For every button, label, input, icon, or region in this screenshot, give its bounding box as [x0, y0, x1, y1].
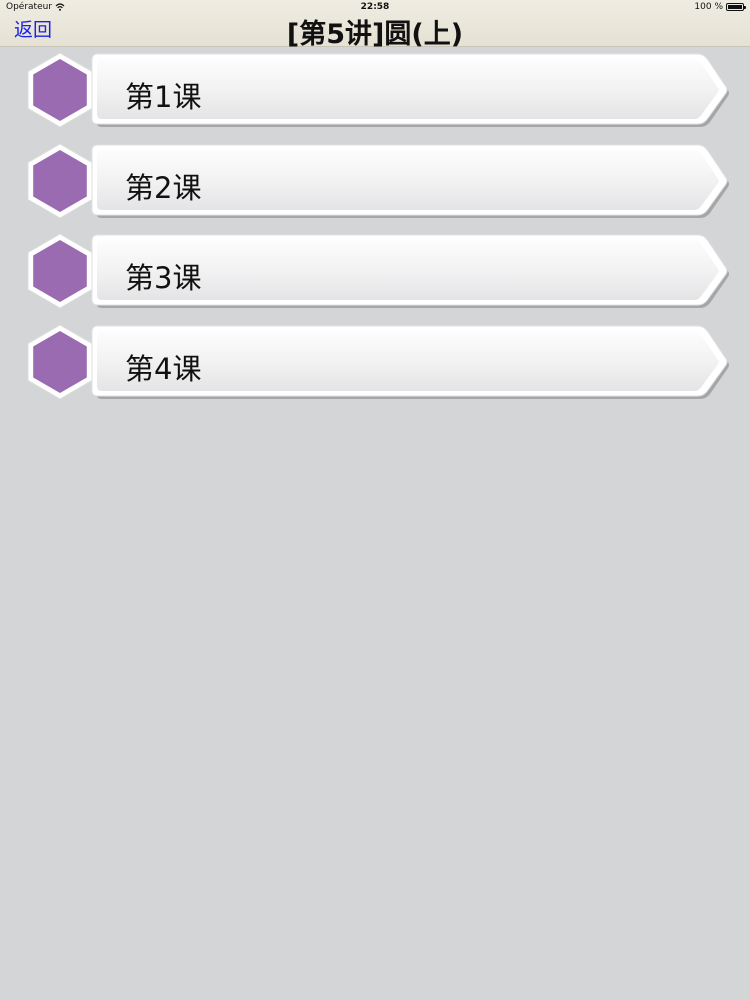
battery-percent: 100 % [694, 2, 723, 12]
page-title: [第5讲]圆(上) [286, 19, 464, 50]
lesson-label: 第2课 [125, 170, 202, 205]
battery-area: 100 % [694, 2, 746, 12]
lesson-label: 第4课 [125, 351, 202, 386]
navigation-bar: Opérateur 22:58 100 % 返回 [第5讲]圆(上) [0, 0, 750, 50]
battery-level [728, 5, 742, 9]
lesson-item-4[interactable]: 第4课 [0, 324, 750, 400]
lesson-item-2[interactable]: 第2课 [0, 143, 750, 219]
lesson-label: 第3课 [125, 261, 202, 295]
status-time: 22:58 [360, 2, 390, 12]
purple-hexagon-icon [27, 324, 93, 399]
lesson-item-3[interactable]: 第3课 [0, 233, 750, 309]
purple-hexagon-icon [27, 143, 93, 218]
purple-hexagon-icon [27, 53, 93, 127]
lesson-item-1[interactable]: 第1课 [0, 52, 750, 128]
lesson-label: 第1课 [125, 80, 202, 114]
purple-hexagon-icon [27, 234, 93, 308]
battery-icon [726, 3, 746, 11]
